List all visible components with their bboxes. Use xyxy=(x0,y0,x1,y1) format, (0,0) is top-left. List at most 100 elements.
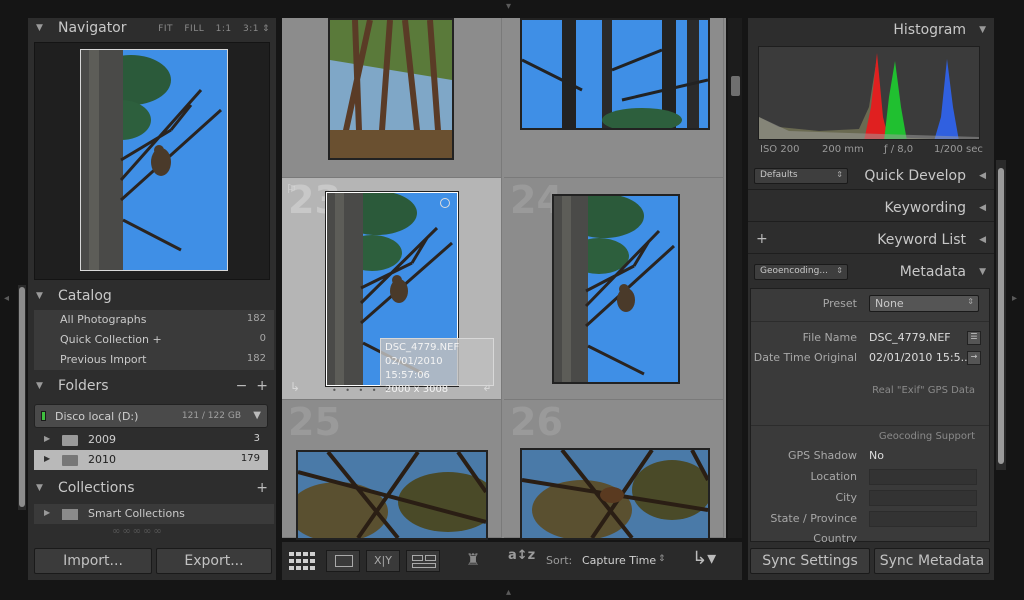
keyword-list-header[interactable]: + Keyword List ◀ xyxy=(748,228,994,254)
grid-scrollbar-thumb[interactable] xyxy=(731,76,740,96)
right-panel-scrollbar[interactable] xyxy=(996,160,1006,470)
grid-scrollbar[interactable] xyxy=(728,18,742,538)
saved-preset-dropdown[interactable]: Defaults ⇕ xyxy=(754,168,848,184)
right-panel-toggle-icon[interactable]: ▸ xyxy=(1012,294,1017,304)
collapse-triangle-icon[interactable]: ▼ xyxy=(979,25,986,35)
grid-view-icon[interactable] xyxy=(288,550,318,572)
collapse-triangle-icon[interactable]: ▼ xyxy=(36,483,43,493)
catalog-header[interactable]: ▼ Catalog xyxy=(28,286,276,308)
import-button[interactable]: Import... xyxy=(34,548,152,574)
exif-iso: ISO 200 xyxy=(760,144,800,155)
survey-view-icon[interactable] xyxy=(406,550,440,572)
location-field[interactable] xyxy=(869,469,977,485)
chevron-down-icon[interactable]: ▼ xyxy=(253,410,261,421)
left-panel-scrollbar[interactable] xyxy=(18,285,26,510)
metadata-header[interactable]: Geoencoding... ⇕ Metadata ▼ xyxy=(748,260,994,286)
grid-cell[interactable] xyxy=(282,18,502,178)
zoom-options: FIT FILL 1:1 3:1 ⇕ xyxy=(150,24,270,34)
export-button[interactable]: Export... xyxy=(156,548,272,574)
rotate-left-icon[interactable]: ↳ xyxy=(290,380,300,394)
zoom-1-1-button[interactable]: 1:1 xyxy=(216,24,232,34)
zoom-fill-button[interactable]: FILL xyxy=(184,24,204,34)
add-collection-icon[interactable]: + xyxy=(256,480,268,496)
top-panel-toggle-icon[interactable]: ▾ xyxy=(506,2,511,12)
collections-header[interactable]: ▼ Collections + xyxy=(28,478,276,500)
sort-dropdown-arrows-icon[interactable]: ⇕ xyxy=(658,554,666,564)
collapse-triangle-icon[interactable]: ▼ xyxy=(36,381,43,391)
compare-view-icon[interactable]: X|Y xyxy=(366,550,400,572)
keywording-header[interactable]: Keywording ◀ xyxy=(748,196,994,222)
photo-thumbnail[interactable] xyxy=(520,448,710,540)
expand-triangle-icon[interactable]: ◀ xyxy=(979,171,986,181)
catalog-item-quick-collection[interactable]: Quick Collection + 0 xyxy=(34,330,274,350)
photo-thumbnail[interactable] xyxy=(520,18,710,130)
sync-metadata-button[interactable]: Sync Metadata xyxy=(874,548,990,574)
city-field[interactable] xyxy=(869,490,977,506)
disk-capacity: 121 / 122 GB xyxy=(181,411,241,421)
bottom-panel-toggle-icon[interactable]: ▴ xyxy=(506,588,511,598)
date-time-value: 02/01/2010 15:5... xyxy=(869,351,972,364)
volume-bar[interactable]: Disco local (D:) 121 / 122 GB ▼ xyxy=(34,404,268,428)
rename-list-icon[interactable]: ☰ xyxy=(967,331,981,345)
grid-cell[interactable]: 24 xyxy=(504,178,724,400)
collapse-triangle-icon[interactable]: ▼ xyxy=(979,267,986,277)
navigator-preview[interactable] xyxy=(34,42,270,280)
histogram-graph[interactable] xyxy=(758,46,980,140)
zoom-fit-button[interactable]: FIT xyxy=(158,24,173,34)
photo-thumbnail[interactable] xyxy=(296,450,488,540)
edit-date-arrow-icon[interactable]: → xyxy=(967,351,981,365)
folder-row-2009[interactable]: ▶ 2009 3 xyxy=(34,430,268,450)
folders-header[interactable]: ▼ Folders − + xyxy=(28,376,276,398)
metadata-preset-dropdown[interactable]: None ⇕ xyxy=(869,295,979,312)
left-panel-toggle-icon[interactable]: ◂ xyxy=(4,294,9,304)
folder-add-remove-icons: − + xyxy=(236,378,268,394)
expand-triangle-icon[interactable]: ◀ xyxy=(979,235,986,245)
catalog-item-previous-import[interactable]: Previous Import 182 xyxy=(34,350,274,370)
state-province-field[interactable] xyxy=(869,511,977,527)
collapse-triangle-icon[interactable]: ▼ xyxy=(36,291,43,301)
forest-photo xyxy=(330,20,452,158)
collection-smart-collections[interactable]: ▶ Smart Collections xyxy=(34,504,274,524)
painter-spray-icon[interactable]: ♜ xyxy=(466,550,480,569)
photo-thumbnail[interactable] xyxy=(552,194,680,384)
quick-develop-header[interactable]: Defaults ⇕ Quick Develop ◀ xyxy=(748,164,994,190)
remove-folder-icon[interactable]: − xyxy=(236,378,248,394)
navigator-header[interactable]: ▼ Navigator FIT FILL 1:1 3:1 ⇕ xyxy=(28,18,276,40)
dropdown-arrows-icon: ⇕ xyxy=(836,170,843,179)
loupe-view-icon[interactable] xyxy=(326,550,360,572)
metadata-view-dropdown[interactable]: Geoencoding... ⇕ xyxy=(754,264,848,280)
photo-thumbnail[interactable] xyxy=(328,18,454,160)
quick-develop-title: Quick Develop xyxy=(864,168,966,184)
sort-direction-az-icon[interactable]: a↕z xyxy=(508,548,535,563)
divider xyxy=(751,321,989,322)
folder-row-2010[interactable]: ▶ 2010 179 xyxy=(34,450,268,470)
add-folder-icon[interactable]: + xyxy=(256,378,268,394)
expand-triangle-icon[interactable]: ◀ xyxy=(979,203,986,213)
flag-icon[interactable]: ⚐ xyxy=(286,182,297,196)
grid-cell[interactable] xyxy=(504,18,724,178)
file-name-value[interactable]: DSC_4779.NEF xyxy=(869,331,951,344)
location-label: Location xyxy=(810,470,857,483)
expand-triangle-icon[interactable]: ▶ xyxy=(44,508,50,517)
catalog-title: Catalog xyxy=(58,288,112,304)
navigator-photo xyxy=(81,50,227,270)
zoom-dropdown-icon[interactable]: ⇕ xyxy=(262,24,270,34)
grid-cell[interactable]: 25 xyxy=(282,400,502,540)
grid-cell[interactable]: 26 xyxy=(504,400,724,540)
metadata-title: Metadata xyxy=(899,264,966,280)
exif-shutter: 1/200 sec xyxy=(934,144,983,155)
histogram-header[interactable]: Histogram ▼ xyxy=(748,18,994,44)
collapse-triangle-icon[interactable]: ▼ xyxy=(36,23,43,33)
sort-dropdown[interactable]: Capture Time xyxy=(582,554,656,567)
rating-dots[interactable]: • • • • • xyxy=(332,386,393,395)
branches-photo xyxy=(298,452,486,538)
zoom-3-1-button[interactable]: 3:1 xyxy=(243,24,259,34)
gps-shadow-label: GPS Shadow xyxy=(787,449,857,462)
toolbar-menu-icon[interactable]: ↳▾ xyxy=(692,548,716,569)
catalog-item-all-photographs[interactable]: All Photographs 182 xyxy=(34,310,274,330)
quick-collection-circle-icon[interactable] xyxy=(440,198,450,208)
expand-triangle-icon[interactable]: ▶ xyxy=(44,454,50,463)
add-keyword-icon[interactable]: + xyxy=(756,231,768,247)
sync-settings-button[interactable]: Sync Settings xyxy=(750,548,870,574)
expand-triangle-icon[interactable]: ▶ xyxy=(44,434,50,443)
